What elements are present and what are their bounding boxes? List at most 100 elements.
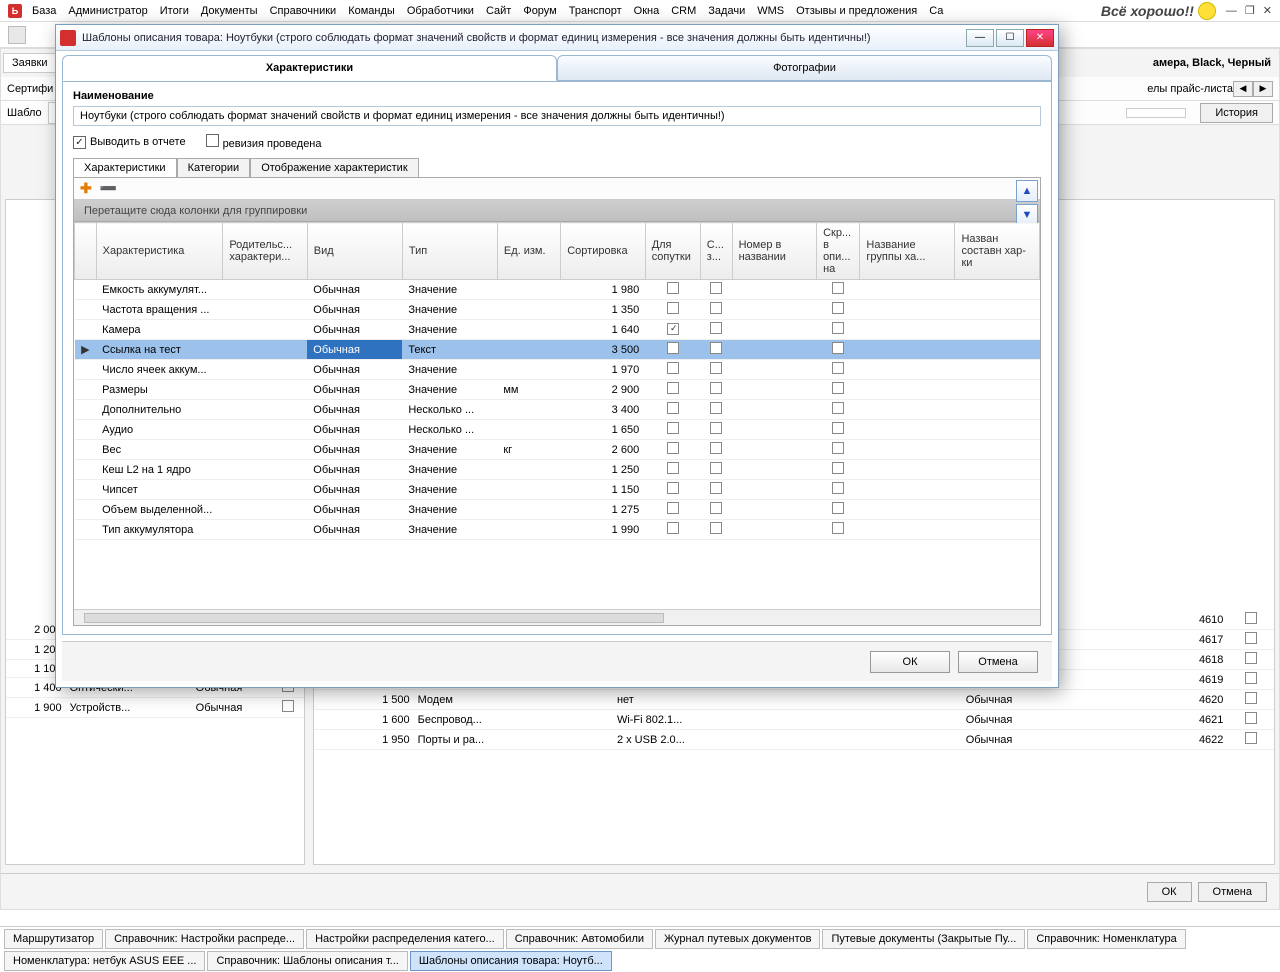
checkbox-icon[interactable] <box>832 442 844 454</box>
menu-item[interactable]: Команды <box>342 2 401 20</box>
column-header[interactable]: Сортировка <box>561 223 645 280</box>
table-row[interactable]: Емкость аккумулят...ОбычнаяЗначение1 980 <box>75 280 1040 300</box>
checkbox-icon[interactable] <box>710 522 722 534</box>
name-input[interactable] <box>73 106 1041 126</box>
table-row[interactable]: 1 500МодемнетОбычная4620 <box>314 690 1274 710</box>
checkbox-icon[interactable] <box>667 382 679 394</box>
checkbox-icon[interactable] <box>832 462 844 474</box>
history-button[interactable]: История <box>1200 103 1273 123</box>
backplane-tab[interactable]: Заявки <box>3 53 57 73</box>
checkbox-icon[interactable] <box>667 282 679 294</box>
checkbox-icon[interactable] <box>667 323 679 335</box>
checkbox-icon[interactable] <box>832 342 844 354</box>
column-header[interactable] <box>75 223 97 280</box>
menu-item[interactable]: Отзывы и предложения <box>790 2 923 20</box>
chk-show-in-report[interactable]: Выводить в отчете <box>73 136 186 149</box>
dialog-titlebar[interactable]: Шаблоны описания товара: Ноутбуки (строг… <box>56 25 1058 51</box>
checkbox-icon[interactable] <box>710 402 722 414</box>
horizontal-scrollbar[interactable] <box>74 609 1040 625</box>
checkbox-icon[interactable] <box>832 282 844 294</box>
table-row[interactable]: Частота вращения ...ОбычнаяЗначение1 350 <box>75 300 1040 320</box>
window-tab[interactable]: Справочник: Настройки распреде... <box>105 929 304 949</box>
checkbox-icon[interactable] <box>832 322 844 334</box>
menu-item[interactable]: Администратор <box>62 2 153 20</box>
table-row[interactable]: ДополнительноОбычнаяНесколько ...3 400 <box>75 400 1040 420</box>
tab-photos[interactable]: Фотографии <box>557 55 1052 81</box>
window-tab[interactable]: Путевые документы (Закрытые Пу... <box>822 929 1025 949</box>
menu-item[interactable]: Задачи <box>702 2 751 20</box>
checkbox-icon[interactable] <box>667 482 679 494</box>
window-tab[interactable]: Справочник: Номенклатура <box>1027 929 1185 949</box>
grid-table[interactable]: ХарактеристикаРодительс... характери...В… <box>74 222 1040 540</box>
checkbox-icon[interactable] <box>710 422 722 434</box>
table-row[interactable]: 1 600Беспровод...Wi-Fi 802.1...Обычная46… <box>314 710 1274 730</box>
checkbox-icon[interactable] <box>667 362 679 374</box>
checkbox-icon[interactable] <box>667 422 679 434</box>
checkbox-icon[interactable] <box>710 282 722 294</box>
window-tab[interactable]: Справочник: Шаблоны описания т... <box>207 951 407 971</box>
column-header[interactable]: С... з... <box>700 223 732 280</box>
checkbox-icon[interactable] <box>710 502 722 514</box>
bp-ok-button[interactable]: ОК <box>1147 882 1192 902</box>
checkbox-icon[interactable] <box>710 442 722 454</box>
table-row[interactable]: ЧипсетОбычнаяЗначение1 150 <box>75 480 1040 500</box>
menu-item[interactable]: CRM <box>665 2 702 20</box>
checkbox-icon[interactable] <box>667 502 679 514</box>
checkbox-icon[interactable] <box>710 322 722 334</box>
checkbox-icon[interactable] <box>667 302 679 314</box>
menu-item[interactable]: Справочники <box>264 2 343 20</box>
dialog-ok-button[interactable]: ОК <box>870 651 950 673</box>
menu-item[interactable]: Обработчики <box>401 2 480 20</box>
bp-cancel-button[interactable]: Отмена <box>1198 882 1267 902</box>
checkbox-icon[interactable] <box>710 482 722 494</box>
menu-item[interactable]: WMS <box>751 2 790 20</box>
menu-item[interactable]: Окна <box>628 2 666 20</box>
checkbox-icon[interactable] <box>710 462 722 474</box>
dialog-cancel-button[interactable]: Отмена <box>958 651 1038 673</box>
checkbox-icon[interactable] <box>710 362 722 374</box>
dialog-minimize-icon[interactable]: — <box>966 29 994 47</box>
window-tab[interactable]: Журнал путевых документов <box>655 929 820 949</box>
minimize-icon[interactable]: — <box>1222 5 1241 17</box>
bp-empty-field[interactable] <box>1126 108 1186 118</box>
column-header[interactable]: Характеристика <box>96 223 223 280</box>
checkbox-icon[interactable] <box>832 382 844 394</box>
checkbox-icon[interactable] <box>832 522 844 534</box>
checkbox-icon[interactable] <box>667 462 679 474</box>
toolbar-icon[interactable] <box>8 26 26 44</box>
menu-item[interactable]: Итоги <box>154 2 195 20</box>
window-tab[interactable]: Маршрутизатор <box>4 929 103 949</box>
table-row[interactable]: Объем выделенной...ОбычнаяЗначение1 275 <box>75 500 1040 520</box>
column-header[interactable]: Для сопутки <box>645 223 700 280</box>
checkbox-icon[interactable] <box>206 134 219 147</box>
column-header[interactable]: Вид <box>307 223 402 280</box>
tab-characteristics[interactable]: Характеристики <box>62 55 557 81</box>
table-row[interactable]: АудиоОбычнаяНесколько ...1 650 <box>75 420 1040 440</box>
column-header[interactable]: Номер в названии <box>732 223 816 280</box>
checkbox-icon[interactable] <box>667 402 679 414</box>
menu-item[interactable]: Форум <box>517 2 562 20</box>
table-row[interactable]: 1 900Устройств...Обычная <box>6 698 304 718</box>
checkbox-icon[interactable] <box>832 362 844 374</box>
close-icon[interactable]: ✕ <box>1259 4 1276 17</box>
group-by-bar[interactable]: Перетащите сюда колонки для группировки <box>74 200 1040 222</box>
inner-tab-display[interactable]: Отображение характеристик <box>250 158 418 177</box>
window-tab[interactable]: Справочник: Автомобили <box>506 929 653 949</box>
nav-right-icon[interactable]: ▶ <box>1253 81 1273 97</box>
checkbox-icon[interactable] <box>832 402 844 414</box>
window-tab[interactable]: Номенклатура: нетбук ASUS EEE ... <box>4 951 205 971</box>
menu-item[interactable]: Документы <box>195 2 264 20</box>
table-row[interactable]: ВесОбычнаяЗначениекг2 600 <box>75 440 1040 460</box>
remove-row-icon[interactable]: ➖ <box>100 180 117 197</box>
checkbox-icon[interactable] <box>710 302 722 314</box>
inner-tab-characteristics[interactable]: Характеристики <box>73 158 177 177</box>
checkbox-icon[interactable] <box>710 382 722 394</box>
checkbox-icon[interactable] <box>667 442 679 454</box>
table-row[interactable]: КамераОбычнаяЗначение1 640 <box>75 320 1040 340</box>
column-header[interactable]: Тип <box>402 223 497 280</box>
table-row[interactable]: РазмерыОбычнаяЗначениемм2 900 <box>75 380 1040 400</box>
column-header[interactable]: Ед. изм. <box>497 223 560 280</box>
dialog-close-icon[interactable]: ✕ <box>1026 29 1054 47</box>
inner-tab-categories[interactable]: Категории <box>177 158 251 177</box>
menu-item[interactable]: Транспорт <box>563 2 628 20</box>
